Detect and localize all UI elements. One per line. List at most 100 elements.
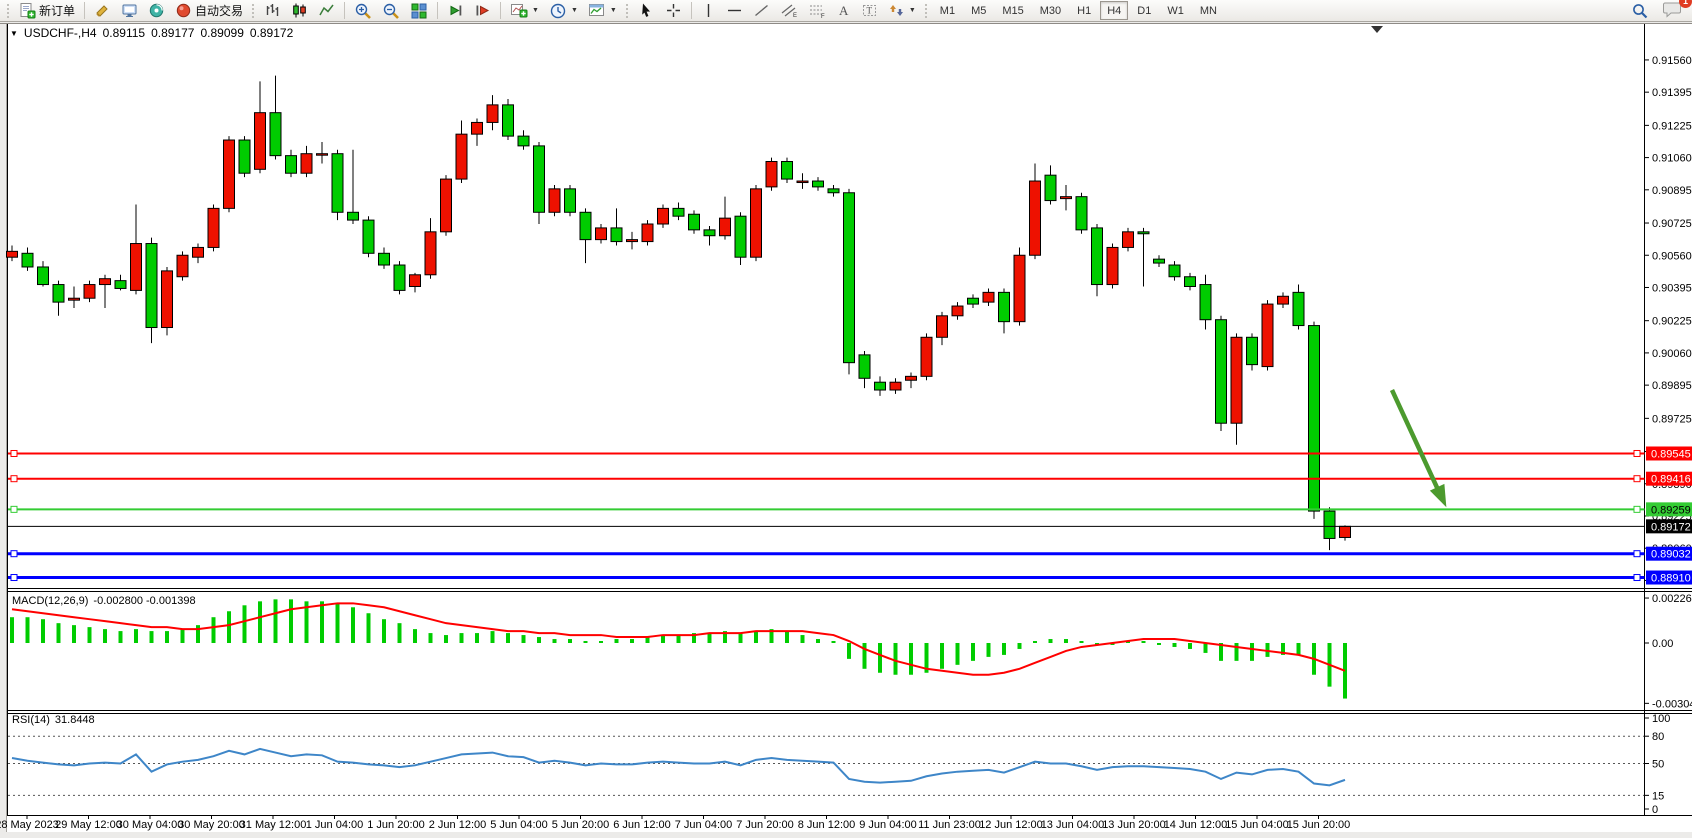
- price-tick-label: 0.90560: [1652, 250, 1692, 262]
- candlestick-chart-button[interactable]: [287, 1, 312, 21]
- candle: [255, 113, 266, 170]
- bar-chart-button[interactable]: [260, 1, 285, 21]
- line-handle[interactable]: [11, 551, 17, 557]
- price-tick-label: 0.90060: [1652, 348, 1692, 360]
- new-order-button[interactable]: 新订单: [15, 1, 79, 21]
- line-handle[interactable]: [1634, 506, 1640, 512]
- crosshair-button[interactable]: [661, 1, 686, 21]
- auto-scroll-button[interactable]: [443, 1, 468, 21]
- timeframe-d1-button[interactable]: D1: [1130, 1, 1158, 20]
- candle: [1076, 197, 1087, 230]
- timeframe-m5-button[interactable]: M5: [964, 1, 993, 20]
- autotrading-button[interactable]: 自动交易: [171, 1, 247, 21]
- line-handle[interactable]: [11, 450, 17, 456]
- candle: [286, 156, 297, 174]
- timeframe-mn-button[interactable]: MN: [1193, 1, 1224, 20]
- candle: [859, 355, 870, 378]
- publisher-button[interactable]: [90, 1, 115, 21]
- timeframe-m30-button[interactable]: M30: [1033, 1, 1068, 20]
- zoom-in-button[interactable]: [350, 1, 376, 21]
- timeframe-m15-button[interactable]: M15: [995, 1, 1030, 20]
- autotrading-label: 自动交易: [195, 2, 243, 19]
- line-handle[interactable]: [11, 476, 17, 482]
- timeframe-h4-button[interactable]: H4: [1100, 1, 1128, 20]
- candle: [875, 382, 886, 390]
- candle: [1092, 228, 1103, 285]
- text-button[interactable]: A: [832, 1, 855, 21]
- svg-text:T: T: [866, 6, 872, 16]
- cursor-button[interactable]: [634, 1, 659, 21]
- candle: [658, 208, 669, 224]
- channel-button[interactable]: E: [776, 1, 802, 21]
- collapse-arrow-icon[interactable]: ▼: [10, 29, 18, 38]
- tile-windows-icon: [410, 2, 428, 20]
- candle: [270, 113, 281, 156]
- macd-histogram-bar: [460, 633, 464, 643]
- candle: [208, 208, 219, 247]
- macd-histogram-bar: [832, 641, 836, 643]
- line-handle[interactable]: [1634, 575, 1640, 581]
- line-handle[interactable]: [1634, 450, 1640, 456]
- candle: [704, 230, 715, 236]
- trendline-button[interactable]: [749, 1, 774, 21]
- price-label-text: 0.88910: [1651, 573, 1691, 585]
- macd-histogram-bar: [196, 625, 200, 643]
- candle: [720, 218, 731, 236]
- toolbar-grip: [625, 3, 630, 19]
- search-button[interactable]: [1627, 1, 1653, 21]
- templates-button[interactable]: ▼: [584, 1, 621, 21]
- time-axis-label: 9 Jun 04:00: [859, 819, 917, 831]
- zoom-out-button[interactable]: [378, 1, 404, 21]
- candle: [1138, 232, 1149, 234]
- macd-histogram-bar: [878, 643, 882, 673]
- fibonacci-button[interactable]: F: [804, 1, 830, 21]
- candle: [797, 181, 808, 183]
- line-handle[interactable]: [11, 506, 17, 512]
- line-handle[interactable]: [11, 575, 17, 581]
- macd-histogram-bar: [661, 635, 665, 643]
- chevron-down-icon: ▼: [909, 7, 916, 14]
- line-handle[interactable]: [1634, 476, 1640, 482]
- line-chart-button[interactable]: [314, 1, 339, 21]
- chevron-down-icon: ▼: [532, 7, 539, 14]
- price-tick-label: 0.91560: [1652, 55, 1692, 67]
- timeframe-h1-button[interactable]: H1: [1070, 1, 1098, 20]
- timeframe-w1-button[interactable]: W1: [1160, 1, 1191, 20]
- indicators-button[interactable]: ▼: [506, 1, 543, 21]
- trendline-icon: [753, 2, 770, 19]
- macd-histogram-bar: [1235, 643, 1239, 661]
- macd-histogram-bar: [863, 643, 867, 669]
- candle: [1045, 175, 1056, 200]
- community-button[interactable]: [144, 1, 169, 21]
- chart-canvas: 0.915600.913950.912250.910600.908950.907…: [0, 0, 1692, 838]
- macd-histogram-bar: [1173, 643, 1177, 647]
- macd-histogram-bar: [1080, 641, 1084, 643]
- candle: [7, 251, 18, 257]
- macd-histogram-bar: [258, 601, 262, 643]
- tile-windows-button[interactable]: [406, 1, 432, 21]
- macd-histogram-bar: [599, 641, 603, 643]
- chart-shift-button[interactable]: [470, 1, 495, 21]
- horizontal-line-button[interactable]: [722, 1, 747, 21]
- time-axis-label: 30 May 04:00: [117, 819, 184, 831]
- time-axis-label: 5 Jun 04:00: [490, 819, 548, 831]
- notification-badge[interactable]: 1: [1679, 0, 1692, 8]
- candle: [1247, 337, 1258, 364]
- label-button[interactable]: T: [857, 1, 882, 21]
- timeframe-m1-button[interactable]: M1: [933, 1, 962, 20]
- time-axis-label: 7 Jun 04:00: [675, 819, 733, 831]
- line-handle[interactable]: [1634, 551, 1640, 557]
- time-axis-label: 5 Jun 20:00: [552, 819, 610, 831]
- auto-scroll-icon: [447, 2, 464, 19]
- macd-histogram-bar: [584, 641, 588, 643]
- rsi-tick-label: 100: [1652, 713, 1670, 725]
- periods-button[interactable]: ▼: [545, 1, 582, 21]
- candle: [472, 122, 483, 134]
- macd-histogram-bar: [1157, 643, 1161, 645]
- vertical-line-button[interactable]: [697, 1, 720, 21]
- chart-low: 0.89099: [200, 26, 243, 40]
- terminal-button[interactable]: [117, 1, 142, 21]
- shapes-button[interactable]: ▼: [884, 1, 920, 21]
- chart-close: 0.89172: [250, 26, 293, 40]
- price-tick-label: 0.90895: [1652, 185, 1692, 197]
